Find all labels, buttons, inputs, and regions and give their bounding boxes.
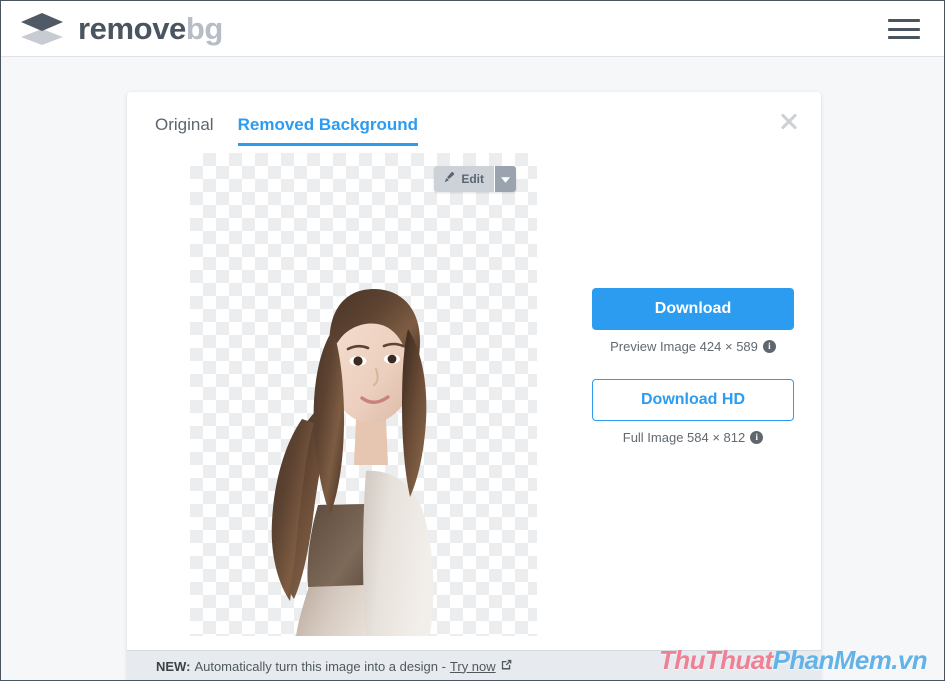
hamburger-bar xyxy=(888,27,920,31)
subject-photo xyxy=(271,289,434,636)
edit-button-group: Edit xyxy=(434,166,516,192)
layers-diamond-icon xyxy=(19,12,65,46)
full-size-text: Full Image 584 × 812 xyxy=(622,430,746,445)
full-size-meta: Full Image 584 × 812 i xyxy=(592,430,794,445)
brand-wordmark: removebg xyxy=(78,13,223,44)
edit-button-label: Edit xyxy=(461,172,484,186)
image-preview-pane[interactable]: Edit xyxy=(190,153,537,636)
preview-tabs: Original Removed Background xyxy=(155,115,419,146)
try-now-link[interactable]: Try now xyxy=(450,659,496,674)
brush-icon xyxy=(442,171,455,187)
info-icon[interactable]: i xyxy=(762,340,776,353)
brand-remove-text: remove xyxy=(78,11,186,46)
edit-button[interactable]: Edit xyxy=(434,166,494,192)
download-button[interactable]: Download xyxy=(592,288,794,330)
result-card: Original Removed Background Edit Downloa… xyxy=(127,92,821,680)
hamburger-bar xyxy=(888,36,920,39)
hamburger-menu-icon[interactable] xyxy=(888,16,920,42)
promo-footer-bar: NEW: Automatically turn this image into … xyxy=(127,650,821,680)
tab-removed-background[interactable]: Removed Background xyxy=(237,115,419,146)
preview-size-text: Preview Image 424 × 589 xyxy=(610,339,758,354)
app-header: removebg xyxy=(1,1,944,57)
promo-text: Automatically turn this image into a des… xyxy=(194,658,446,674)
brand-logo[interactable]: removebg xyxy=(19,12,223,46)
external-link-icon[interactable] xyxy=(500,658,513,674)
chevron-down-icon xyxy=(501,170,510,188)
new-badge: NEW: xyxy=(156,658,191,674)
info-icon[interactable]: i xyxy=(750,431,764,444)
close-icon[interactable] xyxy=(774,106,804,136)
download-hd-button[interactable]: Download HD xyxy=(592,379,794,421)
brand-bg-text: bg xyxy=(185,11,223,46)
download-actions: Download Preview Image 424 × 589 i Downl… xyxy=(592,288,794,445)
edit-dropdown-toggle[interactable] xyxy=(494,166,516,192)
hamburger-bar xyxy=(888,19,920,22)
tab-original[interactable]: Original xyxy=(155,115,214,146)
preview-size-meta: Preview Image 424 × 589 i xyxy=(592,339,794,354)
remove-bg-app: removebg Original Removed Background Edi… xyxy=(0,0,945,681)
